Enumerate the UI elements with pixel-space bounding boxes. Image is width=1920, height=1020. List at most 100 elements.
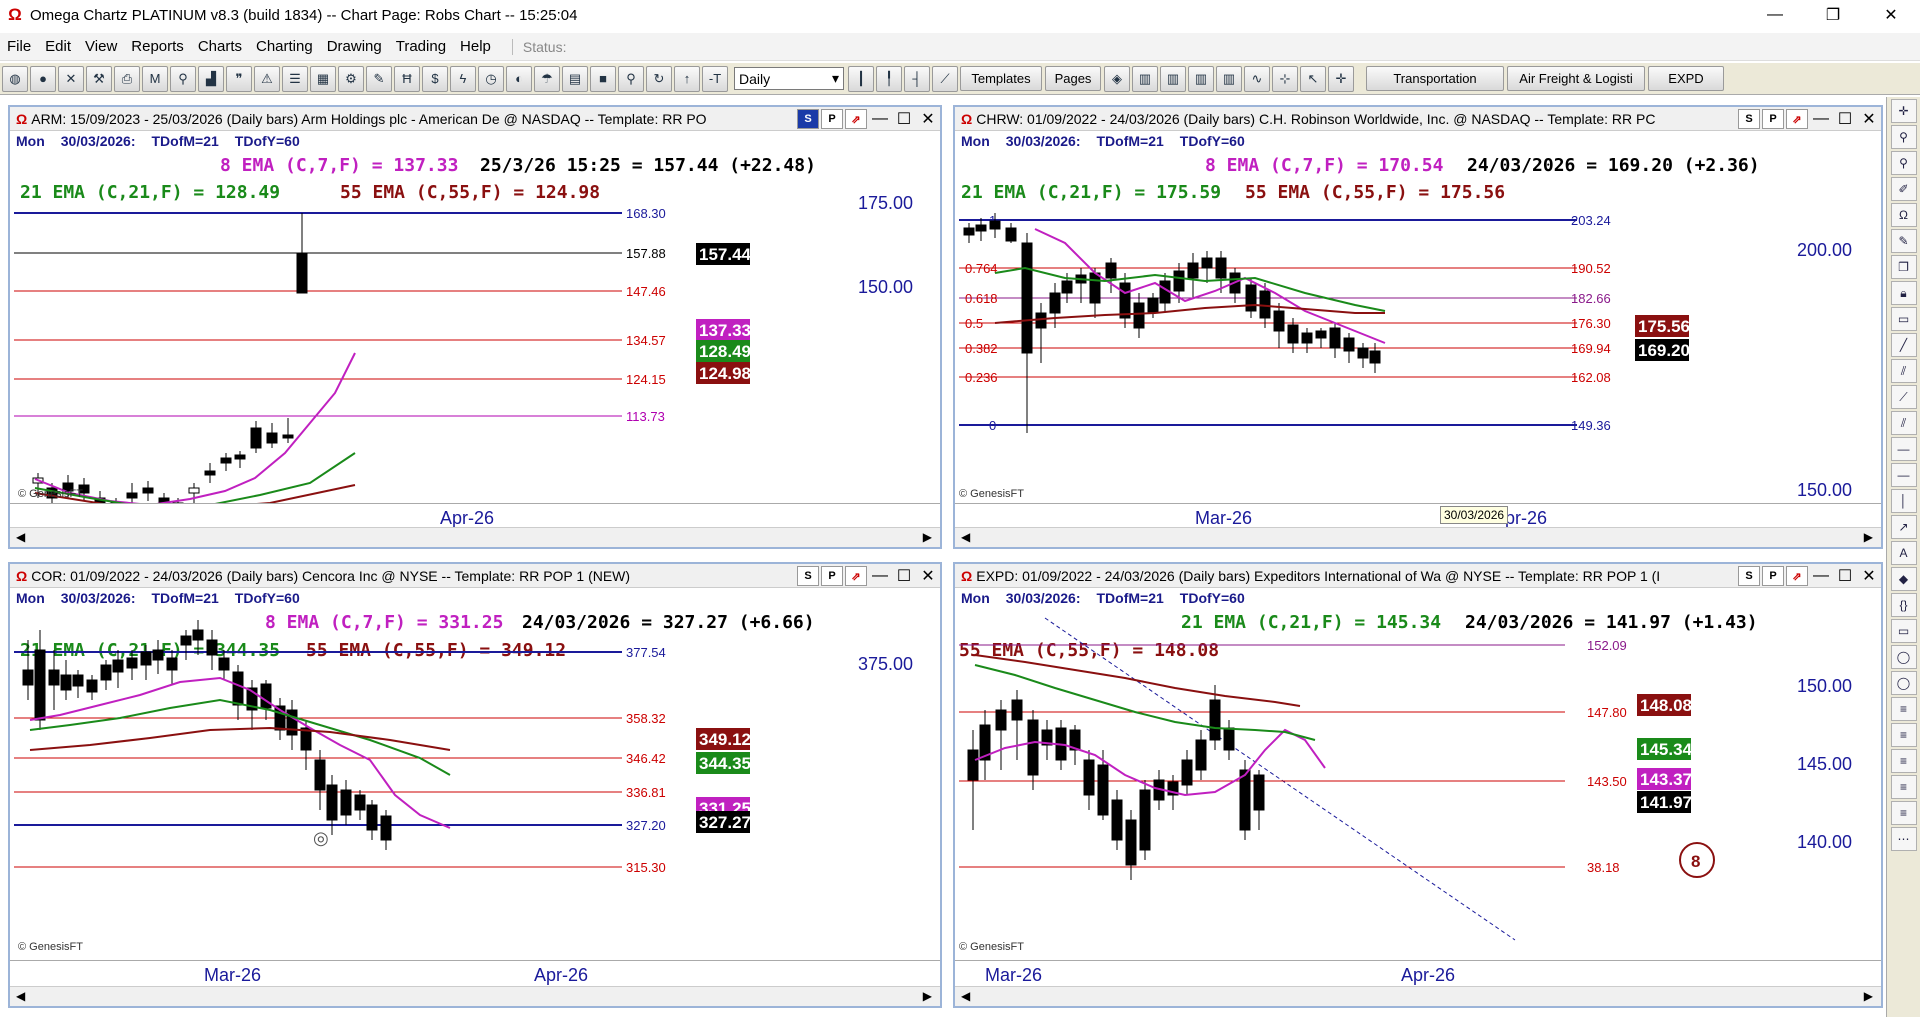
more-icon[interactable]: ⋯ (1890, 827, 1917, 851)
zoom-in-icon[interactable]: ⚲ (1890, 125, 1917, 149)
settings-icon[interactable]: ⚙ (338, 65, 364, 92)
menu-edit[interactable]: Edit (38, 38, 78, 55)
p-button[interactable]: P (1762, 566, 1784, 586)
menu-charting[interactable]: Charting (249, 38, 320, 55)
menu-charts[interactable]: Charts (191, 38, 249, 55)
close-button[interactable]: ✕ (1862, 0, 1920, 30)
transportation-button[interactable]: Transportation (1366, 66, 1504, 91)
s-button[interactable]: S (1738, 566, 1760, 586)
maximize-icon[interactable]: ☐ (892, 107, 916, 130)
maximize-icon[interactable]: ☐ (892, 564, 916, 587)
minimize-button[interactable]: — (1746, 0, 1804, 30)
zoom-out-icon[interactable]: ⚲ (1890, 151, 1917, 175)
circle-icon[interactable]: ◯ (1890, 671, 1917, 695)
quote-icon[interactable]: ❞ (226, 65, 252, 92)
ellipse-icon[interactable]: ◯ (1890, 645, 1917, 669)
alert-icon[interactable]: ⚠ (254, 65, 280, 92)
pointer-icon[interactable]: ↖ (1300, 65, 1326, 92)
scroll-right-icon[interactable]: ▶ (1864, 989, 1873, 1003)
tools-icon[interactable]: ✕ (58, 65, 84, 92)
pages-button[interactable]: Pages (1045, 66, 1101, 91)
pattern-icon[interactable]: M (142, 65, 168, 92)
close-icon[interactable]: ✕ (916, 564, 940, 587)
scroll-right-icon[interactable]: ▶ (923, 530, 932, 544)
restore-button[interactable]: ❐ (1804, 0, 1862, 30)
close-icon[interactable]: ✕ (916, 107, 940, 130)
candles-green-icon[interactable]: ┃ (848, 65, 874, 92)
ladder-icon[interactable]: Ħ (394, 65, 420, 92)
expd-button[interactable]: EXPD (1648, 66, 1724, 91)
minus-t-icon[interactable]: -T (702, 65, 728, 92)
grid-icon[interactable]: ▤ (562, 65, 588, 92)
menu-file[interactable]: File (0, 38, 38, 55)
menu-help[interactable]: Help (453, 38, 498, 55)
s-button[interactable]: S (797, 109, 819, 129)
globe-icon[interactable]: ◍ (2, 65, 28, 92)
s-button[interactable]: S (797, 566, 819, 586)
p-button[interactable]: P (821, 566, 843, 586)
minimize-icon[interactable]: — (1809, 107, 1833, 130)
arrow-icon[interactable]: ↗ (1890, 515, 1917, 539)
close-icon[interactable]: ✕ (1857, 107, 1881, 130)
eraser-icon[interactable]: ✐ (1890, 177, 1917, 201)
air-freight-button[interactable]: Air Freight & Logisti (1507, 66, 1645, 91)
fan-icon[interactable]: ⟋ (1890, 385, 1917, 409)
layout-icon[interactable]: ◈ (1104, 65, 1130, 92)
popout-icon[interactable]: ⇗ (845, 566, 867, 586)
minimize-icon[interactable]: — (868, 564, 892, 587)
copy-icon[interactable]: ❐ (1890, 255, 1917, 279)
price-chart[interactable]: 8 EMA (C,7,F) = 331.25 24/03/2026 = 327.… (10, 610, 940, 960)
maximize-icon[interactable]: ☐ (1833, 107, 1857, 130)
scan-icon[interactable]: ▦ (310, 65, 336, 92)
popout-icon[interactable]: ⇗ (1786, 566, 1808, 586)
trendline[interactable] (1044, 617, 1516, 941)
ruler-icon[interactable]: ▭ (1890, 307, 1917, 331)
popout-icon[interactable]: ⇗ (845, 109, 867, 129)
traffic-light-icon[interactable]: ● (30, 65, 56, 92)
trendline-icon[interactable]: ╱ (1890, 333, 1917, 357)
stop-icon[interactable]: ■ (590, 65, 616, 92)
omega-tool-icon[interactable]: Ω (1890, 203, 1917, 227)
menu-drawing[interactable]: Drawing (320, 38, 389, 55)
scroll-left-icon[interactable]: ◀ (16, 989, 25, 1003)
menu-trading[interactable]: Trading (389, 38, 453, 55)
crosshair-icon[interactable]: ⊹ (1272, 65, 1298, 92)
chart-panel-expd[interactable]: Ω EXPD: 01/09/2022 - 24/03/2026 (Daily b… (953, 562, 1883, 1008)
horizontal-scrollbar[interactable]: ◀ ▶ (955, 527, 1881, 547)
menu-reports[interactable]: Reports (124, 38, 191, 55)
bars-icon[interactable]: ▟ (198, 65, 224, 92)
p-button[interactable]: P (821, 109, 843, 129)
wave-icon[interactable]: ∿ (1244, 65, 1270, 92)
print-icon[interactable]: ⎙ (114, 65, 140, 92)
lock-icon[interactable]: 🔒︎ (1890, 281, 1917, 305)
p-button[interactable]: P (1762, 109, 1784, 129)
refresh-icon[interactable]: ↻ (646, 65, 672, 92)
pen-icon[interactable]: ✎ (1890, 229, 1917, 253)
rectangle-icon[interactable]: ▭ (1890, 619, 1917, 643)
tile-grid-icon[interactable]: ▥ (1216, 65, 1242, 92)
move-icon[interactable]: ✛ (1328, 65, 1354, 92)
cursor-text-icon[interactable]: ↑ (674, 65, 700, 92)
fib-icon[interactable]: ≡ (1890, 697, 1917, 721)
ball-icon[interactable]: ◐ (506, 65, 532, 92)
zoom-icon[interactable]: ⚲ (618, 65, 644, 92)
ohlc-bars-icon[interactable]: ┤ (904, 65, 930, 92)
hline2-icon[interactable]: — (1890, 463, 1917, 487)
hline-icon[interactable]: — (1890, 437, 1917, 461)
pencil-icon[interactable]: ✎ (366, 65, 392, 92)
text-icon[interactable]: A (1890, 541, 1917, 565)
price-chart[interactable]: 8 EMA (C,7,F) = 137.33 25/3/26 15:25 = 1… (10, 153, 940, 503)
close-icon[interactable]: ✕ (1857, 564, 1881, 587)
popout-icon[interactable]: ⇗ (1786, 109, 1808, 129)
scroll-left-icon[interactable]: ◀ (961, 530, 970, 544)
palette-icon[interactable]: ◆ (1890, 567, 1917, 591)
price-chart[interactable]: 21 EMA (C,21,F) = 145.34 24/03/2026 = 14… (955, 610, 1881, 960)
lightning-icon[interactable]: ϟ (450, 65, 476, 92)
dollar-icon[interactable]: $ (422, 65, 448, 92)
clock-icon[interactable]: ◷ (478, 65, 504, 92)
price-chart[interactable]: 8 EMA (C,7,F) = 170.54 24/03/2026 = 169.… (955, 153, 1881, 503)
chart-panel-arm[interactable]: Ω ARM: 15/09/2023 - 25/03/2026 (Daily ba… (8, 105, 942, 549)
period-select[interactable]: Daily ▾ (734, 67, 844, 90)
chart-panel-chrw[interactable]: Ω CHRW: 01/09/2022 - 24/03/2026 (Daily b… (953, 105, 1883, 549)
templates-button[interactable]: Templates (960, 66, 1042, 91)
